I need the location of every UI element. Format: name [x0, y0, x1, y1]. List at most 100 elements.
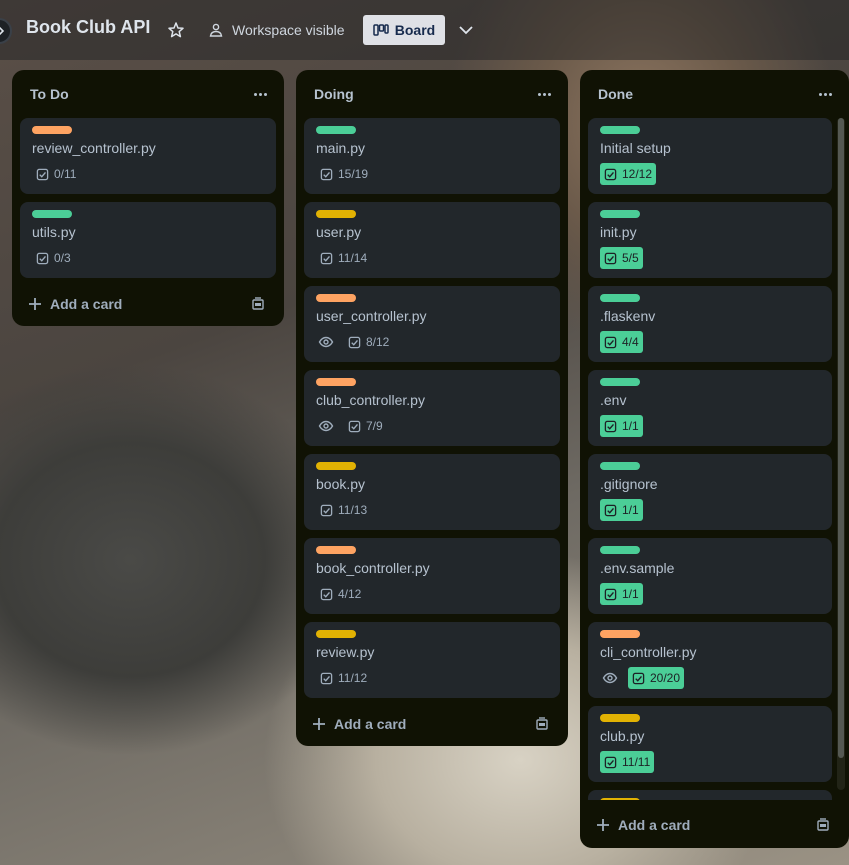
view-switcher-button[interactable] [456, 20, 476, 40]
checklist-icon [348, 420, 361, 433]
card[interactable]: review.py 11/12 [304, 622, 560, 698]
checklist-count: 12/12 [622, 167, 653, 181]
list-header: Doing [296, 70, 568, 118]
checklist-icon [604, 504, 617, 517]
checklist-icon [36, 168, 49, 181]
card-title: init.py [600, 224, 637, 240]
card-badges: 1/1 [600, 499, 643, 521]
checklist-badge: 4/12 [316, 583, 365, 605]
card-title: user.py [316, 224, 362, 240]
add-card-button[interactable]: Add a card [304, 708, 560, 740]
card-badges: 11/11 [600, 751, 655, 773]
card-label-green[interactable] [600, 210, 640, 218]
board-title[interactable]: Book Club API [26, 17, 150, 38]
add-card-button[interactable]: Add a card [588, 809, 841, 841]
list-title[interactable]: Doing [314, 86, 354, 102]
card-badges: 1/1 [600, 583, 643, 605]
card[interactable]: .env 1/1 [588, 370, 832, 446]
card-label-green[interactable] [600, 378, 640, 386]
star-button[interactable] [166, 20, 186, 40]
card[interactable]: .env.sample 1/1 [588, 538, 832, 614]
card-badges: 15/19 [316, 163, 372, 185]
list-scrollbar[interactable] [837, 118, 845, 790]
checklist-badge: 11/13 [316, 499, 371, 521]
add-card-button[interactable]: Add a card [20, 288, 276, 320]
card-title: club.py [600, 728, 645, 744]
visibility-button[interactable]: Workspace visible [208, 18, 345, 42]
card-label-yellow[interactable] [316, 462, 356, 470]
card-label-yellow[interactable] [600, 798, 640, 800]
chevron-down-icon [459, 26, 473, 35]
card[interactable] [588, 790, 832, 800]
list-scrollbar-thumb[interactable] [838, 118, 844, 758]
add-card-label: Add a card [618, 817, 691, 833]
checklist-count: 20/20 [650, 671, 681, 685]
checklist-badge: 12/12 [600, 163, 657, 185]
card-title: cli_controller.py [600, 644, 697, 660]
card-template-icon[interactable] [815, 817, 831, 833]
card-template-icon[interactable] [250, 296, 266, 312]
checklist-count: 15/19 [338, 167, 369, 181]
checklist-count: 0/3 [54, 251, 71, 265]
workspace-toggle-button[interactable] [0, 18, 12, 44]
checklist-icon [604, 336, 617, 349]
card-badges: 11/14 [316, 247, 371, 269]
card-label-green[interactable] [316, 126, 356, 134]
checklist-badge: 0/11 [32, 163, 80, 185]
card-template-icon[interactable] [534, 716, 550, 732]
checklist-badge: 7/9 [344, 415, 387, 437]
checklist-count: 5/5 [622, 251, 639, 265]
card[interactable]: .flaskenv 4/4 [588, 286, 832, 362]
card-label-yellow[interactable] [316, 210, 356, 218]
list-menu-button[interactable] [248, 84, 272, 104]
checklist-icon [632, 672, 645, 685]
card[interactable]: .gitignore 1/1 [588, 454, 832, 530]
checklist-count: 11/13 [338, 503, 368, 517]
list-todo: To Do review_controller.py 0/11 utils.py 0… [12, 70, 284, 326]
card-label-green[interactable] [600, 126, 640, 134]
card[interactable]: utils.py 0/3 [20, 202, 276, 278]
card[interactable]: user.py 11/14 [304, 202, 560, 278]
visibility-label: Workspace visible [232, 22, 345, 38]
card-label-orange[interactable] [316, 546, 356, 554]
card-label-green[interactable] [600, 546, 640, 554]
plus-icon [313, 718, 325, 730]
checklist-badge: 1/1 [600, 415, 643, 437]
card-badges: 20/20 [600, 667, 685, 689]
card-label-green[interactable] [600, 294, 640, 302]
checklist-badge: 1/1 [600, 583, 643, 605]
card[interactable]: Initial setup 12/12 [588, 118, 832, 194]
list-cards-scroll[interactable]: Initial setup 12/12 init.py 5/5 .flaskenv 4… [580, 70, 840, 800]
card-title: main.py [316, 140, 366, 156]
card-label-yellow[interactable] [316, 630, 356, 638]
card[interactable]: review_controller.py 0/11 [20, 118, 276, 194]
card[interactable]: book.py 11/13 [304, 454, 560, 530]
checklist-icon [320, 504, 333, 517]
card-label-yellow[interactable] [600, 714, 640, 722]
card-label-orange[interactable] [316, 378, 356, 386]
card[interactable]: user_controller.py 8/12 [304, 286, 560, 362]
checklist-icon [320, 252, 333, 265]
checklist-badge: 8/12 [344, 331, 393, 353]
checklist-icon [320, 168, 333, 181]
card-badges: 7/9 [316, 415, 387, 437]
list-title[interactable]: To Do [30, 86, 69, 102]
card-label-orange[interactable] [316, 294, 356, 302]
chevron-right-icon [0, 26, 5, 36]
card-label-green[interactable] [600, 462, 640, 470]
card[interactable]: club.py 11/11 [588, 706, 832, 782]
card[interactable]: init.py 5/5 [588, 202, 832, 278]
card[interactable]: club_controller.py 7/9 [304, 370, 560, 446]
card-label-orange[interactable] [32, 126, 72, 134]
list-menu-button[interactable] [532, 84, 556, 104]
card-label-green[interactable] [32, 210, 72, 218]
card[interactable]: main.py 15/19 [304, 118, 560, 194]
card-title: club_controller.py [316, 392, 425, 408]
card-title: utils.py [32, 224, 76, 240]
card[interactable]: book_controller.py 4/12 [304, 538, 560, 614]
card[interactable]: cli_controller.py 20/20 [588, 622, 832, 698]
checklist-count: 4/4 [622, 335, 639, 349]
eye-icon [600, 668, 620, 688]
board-view-button[interactable]: Board [363, 15, 445, 45]
card-label-orange[interactable] [600, 630, 640, 638]
